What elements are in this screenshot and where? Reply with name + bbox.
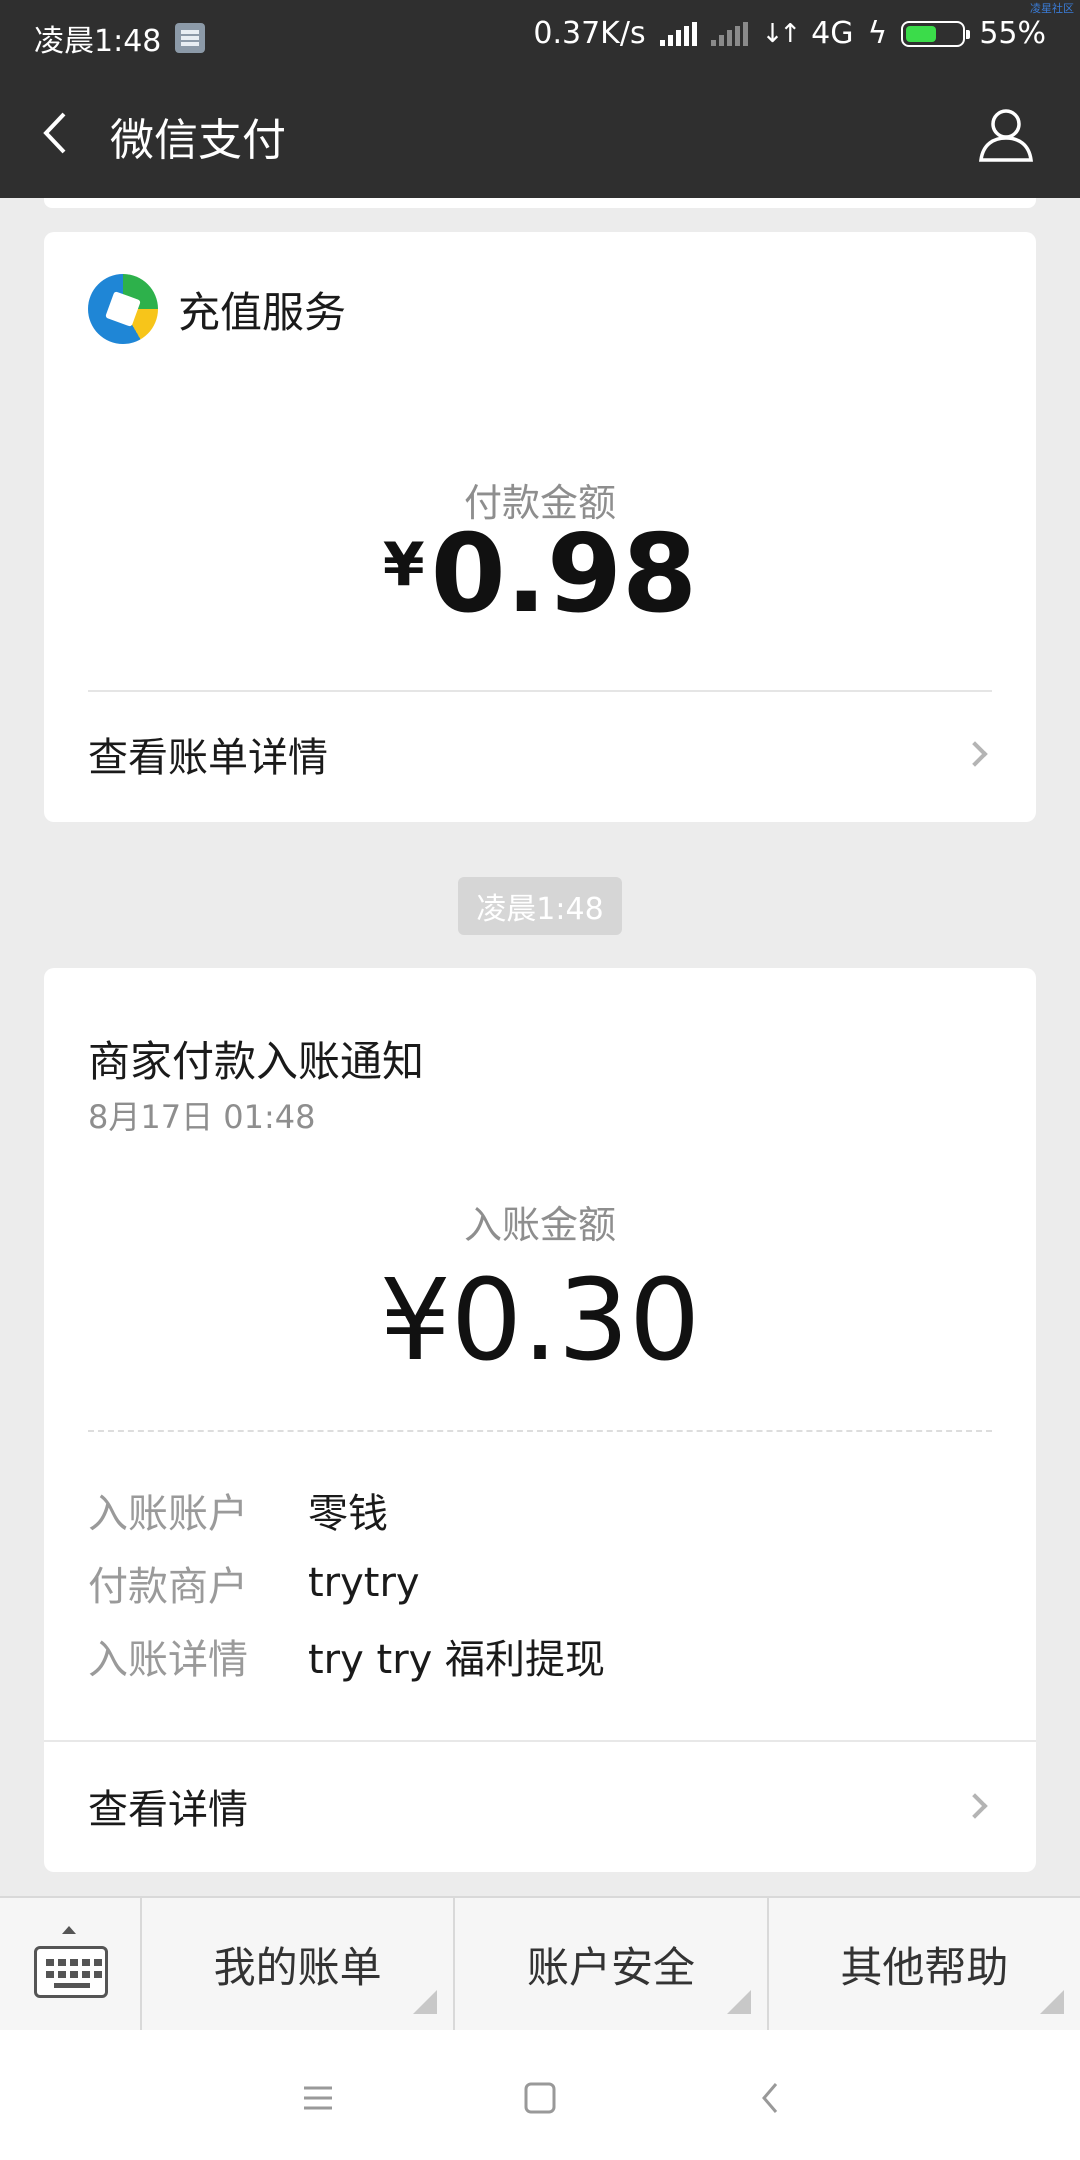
divider	[88, 690, 992, 692]
menu-account-security[interactable]: 账户安全	[455, 1898, 769, 2030]
system-nav-bar	[0, 2030, 1080, 2160]
nav-menu-button[interactable]	[288, 2068, 348, 2128]
menu-other-help[interactable]: 其他帮助	[769, 1898, 1080, 2030]
title-bar: 微信支付	[0, 68, 1080, 198]
nav-back-button[interactable]	[740, 2068, 800, 2128]
status-left: 凌晨1:48	[34, 16, 206, 60]
previous-card-edge	[44, 198, 1036, 208]
profile-button[interactable]	[976, 104, 1036, 164]
notice-date: 8月17日 01:48	[88, 1098, 316, 1136]
battery-icon	[901, 20, 971, 47]
view-bill-details-label: 查看账单详情	[88, 735, 328, 781]
menu-my-bills[interactable]: 我的账单	[142, 1898, 456, 2030]
income-amount-label: 入账金额	[463, 1203, 616, 1247]
payment-amount: ¥ 0.98	[44, 512, 1036, 637]
message-notification-icon	[175, 23, 206, 53]
detail-value: try try 福利提现	[308, 1637, 606, 1683]
battery-fill	[906, 25, 936, 42]
detail-row: 入账详情 try try 福利提现	[88, 1626, 605, 1686]
page-title: 微信支付	[110, 115, 286, 166]
recharge-service-logo-icon	[88, 274, 158, 344]
status-bar: 凌晨1:48 0.37K/s ↓↑ 4G ϟ 55%	[0, 0, 1080, 68]
submenu-corner-icon	[1039, 1990, 1064, 2014]
signal-strength-icon	[659, 21, 697, 46]
detail-key: 付款商户	[88, 1564, 248, 1610]
service-header: 充值服务	[88, 274, 346, 344]
hamburger-icon	[304, 2086, 332, 2110]
watermark: 凌星社区	[1030, 2, 1074, 15]
chevron-left-icon	[43, 112, 66, 154]
signal-strength-secondary-icon	[710, 21, 748, 46]
view-bill-details-link[interactable]: 查看账单详情	[44, 694, 1036, 814]
payment-card: 充值服务 付款金额 ¥ 0.98 查看账单详情	[44, 232, 1036, 822]
view-details-label: 查看详情	[88, 1787, 248, 1833]
income-notice-card: 商家付款入账通知 8月17日 01:48 入账金额 ¥0.30 入账账户 零钱 …	[44, 968, 1036, 1872]
menu-item-label: 账户安全	[526, 1942, 695, 1992]
payment-amount-value: 0.98	[430, 512, 698, 637]
service-name: 充值服务	[178, 287, 347, 337]
status-right: 0.37K/s ↓↑ 4G ϟ 55%	[533, 16, 1046, 51]
menu-item-label: 我的账单	[213, 1942, 382, 1992]
menu-item-label: 其他帮助	[840, 1942, 1009, 1992]
chevron-left-icon	[762, 2083, 778, 2113]
currency-symbol: ¥	[382, 530, 425, 600]
detail-row: 入账账户 零钱	[88, 1480, 388, 1540]
chevron-right-icon	[962, 1793, 988, 1819]
keyboard-toggle-button[interactable]	[0, 1898, 142, 2030]
submenu-corner-icon	[413, 1990, 438, 2014]
keyboard-icon	[34, 1946, 108, 1998]
back-button[interactable]	[36, 108, 76, 158]
timestamp-chip: 凌晨1:48	[458, 877, 622, 935]
detail-value: trytry	[308, 1560, 420, 1606]
data-transfer-icon: ↓↑	[761, 18, 802, 49]
detail-key: 入账账户	[88, 1491, 248, 1537]
view-details-link[interactable]: 查看详情	[44, 1742, 1036, 1870]
submenu-corner-icon	[726, 1990, 751, 2014]
detail-row: 付款商户 trytry	[88, 1553, 420, 1613]
nav-home-button[interactable]	[510, 2068, 570, 2128]
square-home-icon	[524, 2082, 556, 2114]
detail-value: 零钱	[308, 1491, 388, 1537]
network-speed: 0.37K/s	[533, 16, 646, 51]
detail-key: 入账详情	[88, 1637, 248, 1683]
dashed-divider	[88, 1430, 992, 1432]
battery-percent: 55%	[979, 16, 1046, 51]
user-icon	[979, 109, 1033, 162]
caret-up-icon	[62, 1926, 76, 1934]
status-time: 凌晨1:48	[34, 24, 162, 59]
notice-title: 商家付款入账通知	[88, 1037, 425, 1086]
income-amount-value: ¥0.30	[379, 1256, 701, 1386]
network-type: 4G	[811, 16, 854, 51]
chevron-right-icon	[962, 741, 988, 767]
bottom-menu: 我的账单 账户安全 其他帮助	[0, 1896, 1080, 2030]
charging-icon: ϟ	[867, 16, 888, 51]
